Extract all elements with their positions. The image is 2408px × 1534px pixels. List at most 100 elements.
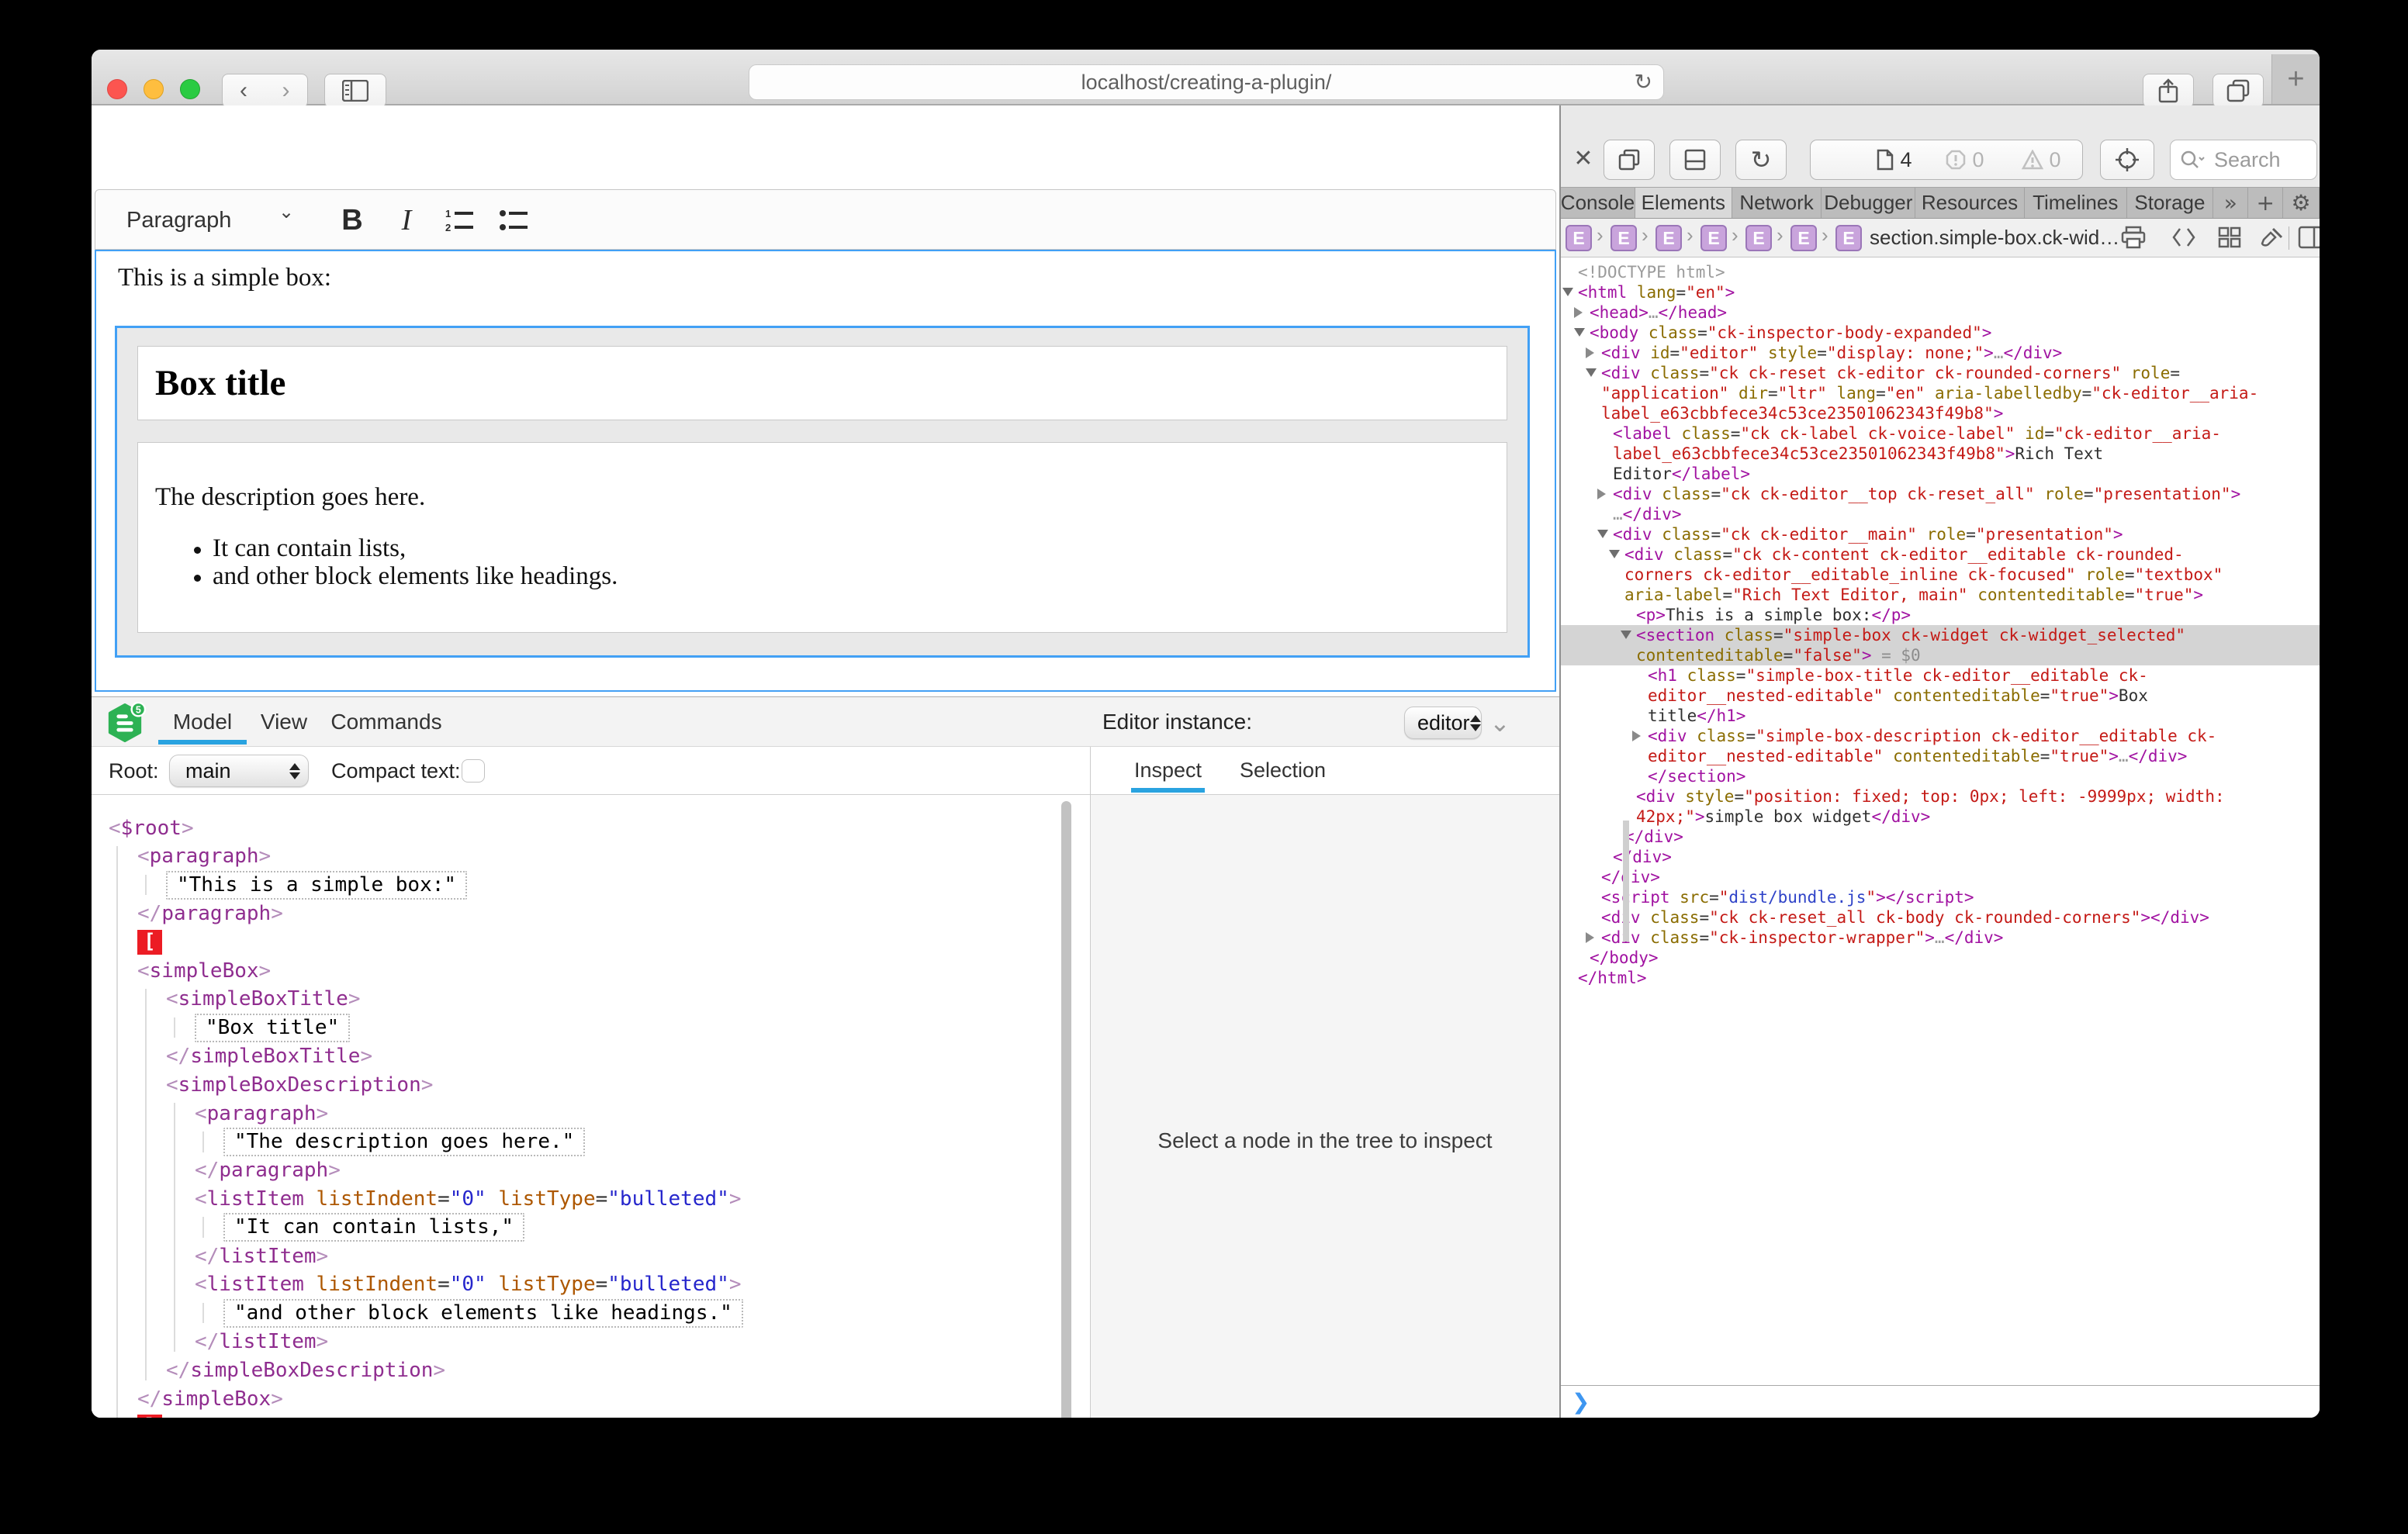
dom-node-line[interactable]: "application" dir="ltr" lang="en" aria-l…	[1561, 383, 2320, 403]
devtools-tab-resources[interactable]: Resources	[1915, 188, 2025, 218]
disclosure-open-icon[interactable]	[1609, 550, 1620, 558]
dock-side-button[interactable]	[1669, 140, 1721, 180]
disclosure-closed-icon[interactable]	[1586, 347, 1594, 358]
devtools-tab-add[interactable]: +	[2248, 188, 2283, 218]
bulleted-list-button[interactable]	[490, 196, 538, 244]
dom-node-line[interactable]: label_e63cbbfece34c53ce23501062343f49b8"…	[1561, 403, 2320, 423]
dom-node-line[interactable]: <p>This is a simple box:</p>	[1561, 605, 2320, 625]
devtools-close-button[interactable]: ✕	[1570, 143, 1597, 174]
devtools-tab-storage[interactable]: Storage	[2127, 188, 2214, 218]
breadcrumb-element-badge[interactable]: E	[1790, 225, 1817, 251]
tab-inspect[interactable]: Inspect	[1134, 747, 1202, 794]
devtools-tab-settings[interactable]: ⚙	[2283, 188, 2320, 218]
tree-node-row[interactable]: <paragraph>	[195, 1099, 328, 1128]
breadcrumb-leaf-label[interactable]: section.simple-box.ck-wid…	[1870, 226, 2119, 250]
devtools-tab-debugger[interactable]: Debugger	[1822, 188, 1915, 218]
simple-box-widget[interactable]: Box title The description goes here. It …	[115, 326, 1530, 658]
print-icon[interactable]	[2121, 226, 2146, 249]
tree-text-row[interactable]: "Box title"	[195, 1014, 350, 1042]
disclosure-open-icon[interactable]	[1597, 530, 1608, 538]
simple-box-description-field[interactable]: The description goes here. It can contai…	[137, 442, 1507, 633]
dom-node-line[interactable]: </div>	[1561, 827, 2320, 847]
dom-node-line[interactable]: <div class="ck ck-editor__main" role="pr…	[1561, 524, 2320, 544]
share-button[interactable]	[2143, 74, 2194, 108]
tree-node-row[interactable]: <simpleBoxTitle>	[166, 985, 360, 1014]
tab-overview-button[interactable]	[2213, 74, 2264, 108]
dom-node-line[interactable]: <div class="ck ck-editor__top ck-reset_a…	[1561, 484, 2320, 504]
disclosure-closed-icon[interactable]	[1574, 307, 1583, 318]
dom-node-line[interactable]: <body class="ck-inspector-body-expanded"…	[1561, 323, 2320, 343]
dom-node-line[interactable]: </html>	[1561, 968, 2320, 988]
dom-node-line[interactable]: </div>	[1561, 867, 2320, 887]
editor-instance-select[interactable]: editor	[1404, 707, 1482, 739]
tree-text-row[interactable]: "It can contain lists,"	[223, 1213, 524, 1242]
tree-node-row[interactable]: </paragraph>	[137, 899, 283, 928]
rich-text-editable[interactable]: This is a simple box: Box title The desc…	[95, 250, 1556, 692]
dom-node-line[interactable]: <label class="ck ck-label ck-voice-label…	[1561, 423, 2320, 444]
dom-node-line[interactable]: <div id="editor" style="display: none;">…	[1561, 343, 2320, 363]
element-picker-button[interactable]	[2100, 140, 2154, 180]
italic-button[interactable]: I	[382, 196, 431, 244]
breadcrumb-element-badge[interactable]: E	[1745, 225, 1772, 251]
tree-text-row[interactable]: "This is a simple box:"	[166, 871, 467, 900]
window-zoom-button[interactable]	[180, 79, 200, 99]
devtools-tab-network[interactable]: Network	[1732, 188, 1822, 218]
tree-node-row[interactable]: </paragraph>	[195, 1156, 341, 1185]
tree-node-row[interactable]: </simpleBox>	[137, 1384, 283, 1413]
root-select[interactable]: main	[169, 755, 309, 787]
tree-node-row[interactable]: <simpleBoxDescription>	[166, 1070, 433, 1099]
breadcrumb-element-badge[interactable]: E	[1700, 225, 1727, 251]
tree-selection-marker-row[interactable]: [	[137, 928, 162, 956]
disclosure-closed-icon[interactable]	[1586, 932, 1594, 943]
numbered-list-button[interactable]: 12	[435, 196, 483, 244]
sidebar-toggle-button[interactable]	[324, 74, 386, 108]
dom-node-line[interactable]: <div class="simple-box-description ck-ed…	[1561, 726, 2320, 746]
devtools-tab-more[interactable]: »	[2213, 188, 2248, 218]
disclosure-closed-icon[interactable]	[1632, 731, 1641, 741]
details-sidebar-icon[interactable]	[2298, 226, 2320, 249]
disclosure-closed-icon[interactable]	[1597, 489, 1606, 499]
dom-node-line[interactable]: label_e63cbbfece34c53ce23501062343f49b8"…	[1561, 444, 2320, 464]
inspector-tab-model[interactable]: Model	[158, 697, 247, 746]
dom-node-line[interactable]: <div class="ck-inspector-wrapper">…</div…	[1561, 928, 2320, 948]
simple-box-title-field[interactable]: Box title	[137, 346, 1507, 420]
dom-node-line[interactable]: <script src="dist/bundle.js"></script>	[1561, 887, 2320, 907]
tree-text-row[interactable]: "The description goes here."	[223, 1128, 585, 1156]
new-tab-button[interactable]: +	[2271, 54, 2320, 104]
dom-node-line[interactable]: editor__nested-editable" contenteditable…	[1561, 686, 2320, 706]
dom-node-line[interactable]: …</div>	[1561, 504, 2320, 524]
devtools-tab-timelines[interactable]: Timelines	[2025, 188, 2127, 218]
dom-node-line[interactable]: <div style="position: fixed; top: 0px; l…	[1561, 786, 2320, 807]
address-bar[interactable]: localhost/creating-a-plugin/ ↻	[749, 64, 1664, 100]
tree-scrollbar-thumb[interactable]	[1061, 801, 1071, 1418]
breadcrumb-element-badge[interactable]: E	[1566, 225, 1592, 251]
disclosure-open-icon[interactable]	[1562, 288, 1573, 296]
breadcrumb-element-badge[interactable]: E	[1611, 225, 1637, 251]
devtools-search-field[interactable]: Search	[2170, 140, 2317, 180]
quick-console[interactable]: ❯	[1561, 1385, 2320, 1418]
dom-node-line[interactable]: </div>	[1561, 847, 2320, 867]
devtools-tab-elements[interactable]: Elements	[1635, 188, 1732, 218]
inspector-collapse-icon[interactable]: ⌄	[1489, 708, 1510, 738]
styles-brush-icon[interactable]	[2259, 226, 2284, 249]
dom-node-line[interactable]: <head>…</head>	[1561, 302, 2320, 323]
dom-node-selected[interactable]: <section class="simple-box ck-widget ck-…	[1561, 625, 2320, 645]
tree-node-row[interactable]: <listItem listIndent="0" listType="bulle…	[195, 1270, 741, 1299]
model-tree-pane[interactable]: <$root><paragraph>"This is a simple box:…	[92, 795, 1090, 1418]
tree-node-row[interactable]: <simpleBox>	[137, 956, 271, 985]
dom-node-line[interactable]: <div class="ck ck-reset_all ck-body ck-r…	[1561, 907, 2320, 928]
dom-node-line[interactable]: </body>	[1561, 948, 2320, 968]
breadcrumb-element-badge[interactable]: E	[1835, 225, 1862, 251]
dom-node-line[interactable]: corners ck-editor__editable_inline ck-fo…	[1561, 565, 2320, 585]
tree-node-row[interactable]: <$root>	[109, 814, 194, 842]
tree-node-row[interactable]: <paragraph>	[137, 842, 271, 871]
devtools-reload-button[interactable]: ↻	[1735, 140, 1787, 180]
dom-node-line[interactable]: Editor</label>	[1561, 464, 2320, 484]
forward-button[interactable]: ›	[265, 74, 308, 108]
bold-button[interactable]: B	[328, 196, 376, 244]
inspector-tab-commands[interactable]: Commands	[328, 697, 445, 746]
dom-node-line[interactable]: <div class="ck ck-content ck-editor__edi…	[1561, 544, 2320, 565]
tree-node-row[interactable]: </listItem>	[195, 1242, 328, 1270]
paragraph-style-dropdown[interactable]: Paragraph ⌄	[126, 199, 328, 241]
dom-node-line[interactable]: 42px;">simple box widget</div>	[1561, 807, 2320, 827]
